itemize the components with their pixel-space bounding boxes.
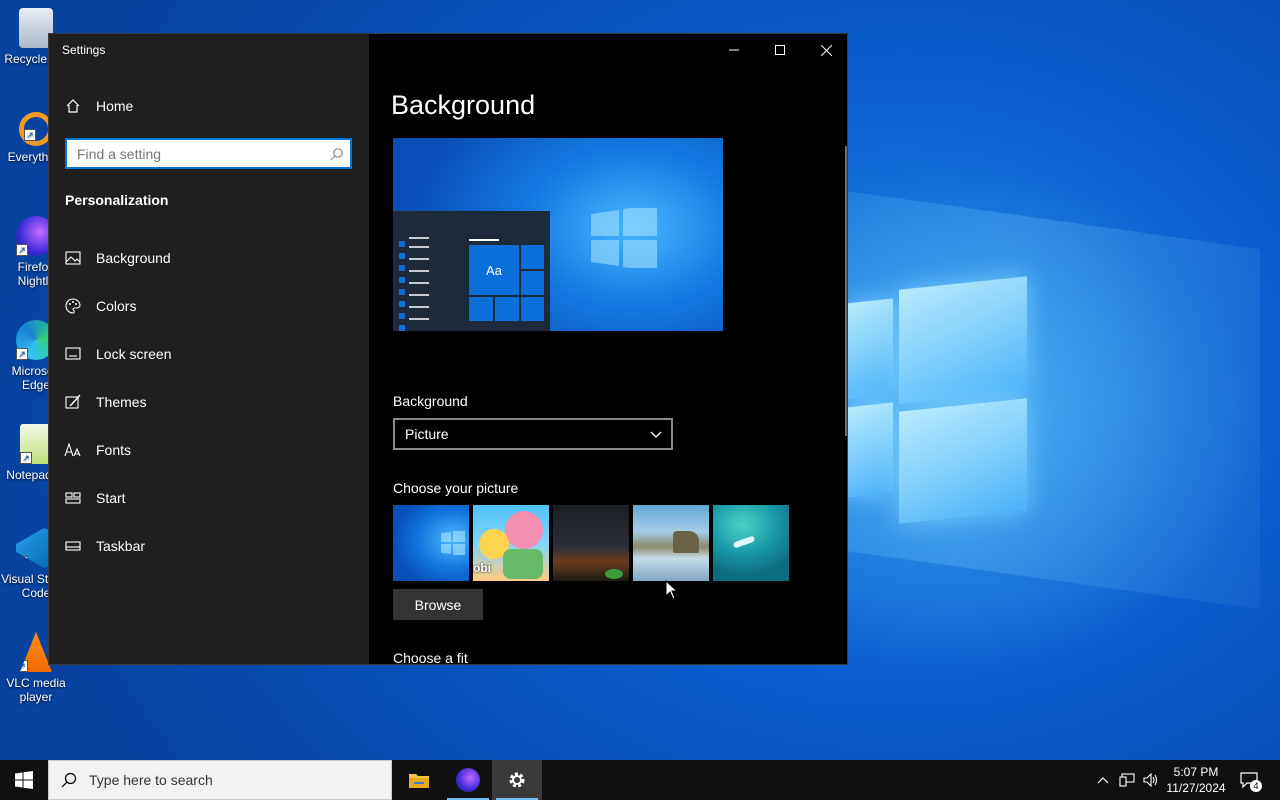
cartoon-label: obi — [473, 561, 491, 575]
sidebar-item-label: Start — [96, 490, 126, 506]
windows-start-icon — [15, 771, 33, 789]
settings-window: Settings Home Personalization Background — [48, 33, 848, 665]
file-explorer-icon — [409, 774, 429, 788]
sidebar-item-background[interactable]: Background — [49, 238, 369, 278]
chevron-up-icon — [1097, 777, 1109, 784]
preview-tile — [494, 296, 520, 322]
clock-date: 11/27/2024 — [1166, 781, 1226, 795]
fonts-icon — [63, 443, 83, 457]
preview-tile — [520, 270, 545, 296]
search-icon — [61, 772, 77, 788]
sidebar-item-label: Background — [96, 250, 171, 266]
home-icon — [63, 98, 83, 114]
volume-button[interactable] — [1140, 760, 1162, 800]
sidebar-item-label: Fonts — [96, 442, 132, 458]
preview-start-menu: Aa — [393, 211, 550, 331]
settings-sidebar: Settings Home Personalization Background — [49, 34, 369, 664]
search-icon — [330, 147, 344, 161]
choose-fit-label: Choose a fit — [393, 650, 468, 665]
preview-tile-large: Aa — [468, 244, 520, 296]
content-pane: Background Aa Background Picture Choose … — [369, 34, 847, 665]
lock-screen-icon — [63, 347, 83, 361]
shortcut-arrow-icon: ↗ — [16, 348, 28, 360]
notification-count-badge: 4 — [1250, 780, 1262, 792]
windows-logo-preview-icon — [591, 208, 657, 268]
taskbar-settings[interactable] — [492, 760, 542, 800]
chevron-down-icon — [650, 431, 662, 438]
start-button[interactable] — [0, 760, 48, 800]
network-status-button[interactable] — [1116, 760, 1138, 800]
cartoon-character-pink — [505, 511, 543, 549]
choose-picture-label: Choose your picture — [393, 480, 519, 496]
nav-home[interactable]: Home — [49, 86, 369, 126]
shortcut-arrow-icon: ↗ — [16, 244, 28, 256]
themes-brush-icon — [63, 394, 83, 410]
sidebar-item-label: Colors — [96, 298, 137, 314]
taskbar-file-explorer[interactable] — [394, 760, 444, 800]
thumbnail-night-sky[interactable] — [553, 505, 629, 581]
taskbar-icon — [63, 541, 83, 551]
preview-menu-lines-icon — [399, 237, 429, 331]
desktop-icon-label: VLC media player — [6, 676, 66, 704]
mouse-cursor-icon — [665, 580, 679, 600]
sidebar-item-label: Lock screen — [96, 346, 172, 362]
sidebar-item-themes[interactable]: Themes — [49, 382, 369, 422]
preview-header-line — [469, 239, 499, 241]
preview-tile — [520, 244, 545, 270]
firefox-nightly-icon — [456, 768, 480, 792]
underwater-swimmer — [732, 535, 756, 549]
show-hidden-icons-button[interactable] — [1094, 760, 1112, 800]
section-title: Personalization — [65, 192, 169, 208]
sidebar-item-taskbar[interactable]: Taskbar — [49, 526, 369, 566]
thumbnail-windows-blue[interactable] — [393, 505, 469, 581]
sidebar-item-fonts[interactable]: Fonts — [49, 430, 369, 470]
background-type-label: Background — [393, 393, 468, 409]
picture-icon — [63, 251, 83, 265]
taskbar-clock[interactable]: 5:07 PM 11/27/2024 — [1160, 764, 1232, 796]
night-sky-foliage — [605, 569, 623, 579]
taskbar-search-box[interactable]: Type here to search — [48, 760, 392, 800]
beach-rock-formation — [673, 531, 699, 553]
sidebar-item-lock-screen[interactable]: Lock screen — [49, 334, 369, 374]
preview-sample-text: Aa — [486, 262, 502, 278]
preview-tile — [468, 296, 494, 322]
settings-search-input[interactable] — [67, 140, 330, 167]
nav-home-label: Home — [96, 98, 134, 114]
palette-icon — [63, 298, 83, 314]
windows-logo-wallpaper — [845, 276, 1030, 524]
background-type-dropdown[interactable]: Picture — [393, 418, 673, 450]
page-title: Background — [391, 90, 536, 120]
taskbar-firefox-nightly[interactable] — [443, 760, 493, 800]
sidebar-item-start[interactable]: Start — [49, 478, 369, 518]
thumbnail-cartoon[interactable]: obi — [473, 505, 549, 581]
gear-icon — [509, 772, 525, 788]
taskbar: Type here to search 5:07 PM 11/27/2024 4 — [0, 760, 1280, 800]
shortcut-arrow-icon: ↗ — [16, 556, 28, 568]
thumbnail-underwater[interactable] — [713, 505, 789, 581]
dropdown-value: Picture — [405, 426, 449, 442]
sidebar-item-label: Taskbar — [96, 538, 146, 554]
browse-button[interactable]: Browse — [393, 589, 483, 620]
network-icon — [1119, 773, 1135, 787]
sidebar-item-label: Themes — [96, 394, 147, 410]
cartoon-character-green — [503, 549, 543, 579]
taskbar-search-placeholder: Type here to search — [89, 772, 213, 788]
background-preview: Aa — [393, 138, 723, 331]
settings-search-box[interactable] — [65, 138, 352, 169]
shortcut-arrow-icon: ↗ — [24, 129, 36, 141]
sidebar-item-colors[interactable]: Colors — [49, 286, 369, 326]
windows-logo-thumb-icon — [441, 531, 465, 555]
thumbnail-beach-rocks[interactable] — [633, 505, 709, 581]
shortcut-arrow-icon: ↗ — [20, 660, 28, 672]
speaker-icon — [1143, 773, 1158, 787]
vertical-scrollbar[interactable] — [845, 146, 847, 436]
window-title: Settings — [62, 43, 106, 57]
action-center-button[interactable]: 4 — [1236, 760, 1262, 800]
preview-tile — [520, 296, 545, 322]
start-tiles-icon — [63, 492, 83, 504]
clock-time: 5:07 PM — [1173, 765, 1219, 779]
shortcut-arrow-icon: ↗ — [20, 452, 32, 464]
